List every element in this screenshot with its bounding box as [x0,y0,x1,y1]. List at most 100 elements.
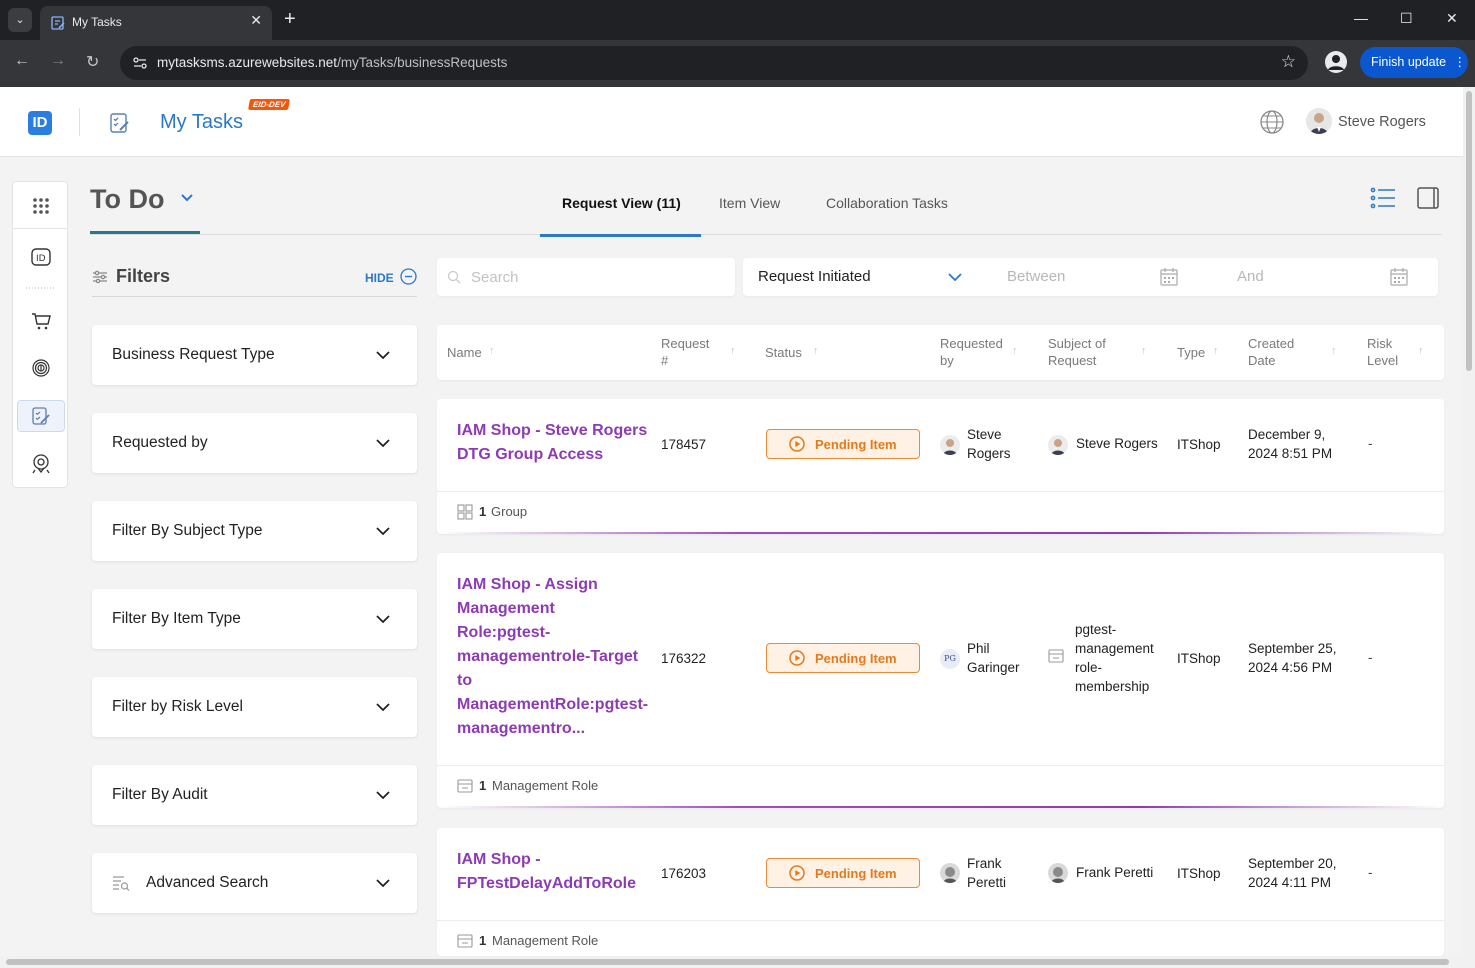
minus-circle-icon[interactable] [400,268,417,285]
column-label: Created [1248,336,1295,351]
sort-arrow-icon[interactable]: ↑ [1418,345,1424,357]
filter-item-type[interactable]: Filter By Item Type [92,589,417,649]
side-panel-icon[interactable] [1416,186,1440,210]
filter-audit[interactable]: Filter By Audit [92,765,417,825]
browser-tab[interactable]: My Tasks ✕ [40,6,272,40]
filter-label: Filter by Risk Level [112,698,243,715]
column-header-subject[interactable]: Subject of Request [1048,335,1106,369]
sort-arrow-icon[interactable]: ↑ [1012,345,1018,357]
tasks-favicon-icon [51,16,65,30]
fingerprint-icon[interactable] [17,352,65,384]
scrollbar-thumb[interactable] [1466,91,1472,371]
user-name[interactable]: Steve Rogers [1338,114,1426,130]
table-row[interactable]: IAM Shop - Steve Rogers DTG Group Access… [437,399,1444,534]
language-globe-icon[interactable] [1259,109,1285,135]
status-badge[interactable]: Pending Item [766,429,920,459]
chevron-down-icon [376,791,390,800]
sort-arrow-icon[interactable]: ↑ [489,345,495,357]
shopping-cart-icon[interactable] [17,304,65,336]
filter-requested-by[interactable]: Requested by [92,413,417,473]
column-header-created-date[interactable]: Created Date [1248,335,1294,369]
request-type: ITShop [1177,866,1221,881]
sort-arrow-icon[interactable]: ↑ [813,345,819,357]
tab-item-view[interactable]: Item View [719,195,780,211]
status-badge[interactable]: Pending Item [766,858,920,888]
calendar-icon[interactable] [1159,267,1179,287]
filter-label: Advanced Search [146,874,269,891]
requester-name-line: Phil [967,641,990,656]
vertical-scrollbar[interactable] [1463,87,1475,968]
sort-arrow-icon[interactable]: ↑ [1141,345,1147,357]
filter-subject-type[interactable]: Filter By Subject Type [92,501,417,561]
created-date-line: December 9, [1248,427,1326,442]
filter-label: Filter By Audit [112,786,208,803]
access-support-icon[interactable] [17,448,65,480]
filter-risk-level[interactable]: Filter by Risk Level [92,677,417,737]
column-label: Date [1248,353,1276,368]
site-settings-icon[interactable] [132,55,148,71]
id-profile-icon[interactable]: ID [17,241,65,273]
chevron-down-icon [376,703,390,712]
sort-arrow-icon[interactable]: ↑ [730,345,736,357]
filter-label: Filter By Subject Type [112,522,263,539]
scrollbar-thumb[interactable] [6,959,1449,965]
subject-name-line: membership [1075,679,1150,694]
request-name-link[interactable]: IAM Shop - Steve Rogers DTG Group Access [457,419,647,467]
app-launcher-icon[interactable] [17,190,65,222]
column-header-risk-level[interactable]: Risk Level [1367,335,1398,369]
tab-request-view[interactable]: Request View (11) [562,195,681,211]
forward-arrow-icon[interactable]: → [50,52,66,70]
request-name-line: DTG Group Access [457,446,604,463]
maximize-icon[interactable]: ☐ [1400,10,1413,27]
date-field-select[interactable]: Request Initiated [758,268,871,285]
request-name-line: to [457,672,473,689]
search-input[interactable] [471,266,721,288]
sort-arrow-icon[interactable]: ↑ [1213,345,1219,357]
tab-close-icon[interactable]: ✕ [250,12,262,29]
browser-tab-bar: ⌄ My Tasks ✕ + — ☐ ✕ [0,0,1475,40]
table-row[interactable]: IAM Shop - Assign Management Role:pgtest… [437,553,1444,808]
profile-avatar-icon[interactable] [1325,51,1347,73]
window-close-icon[interactable]: ✕ [1446,10,1458,27]
my-tasks-nav-icon[interactable] [17,400,65,432]
user-avatar[interactable] [1306,108,1332,134]
chevron-down-icon[interactable] [946,269,964,285]
requester-avatar: PG [940,649,960,669]
requester-name-line: Rogers [967,446,1011,461]
tab-collaboration-tasks[interactable]: Collaboration Tasks [826,195,948,211]
address-bar[interactable]: mytasksms.azurewebsites.net/myTasks/busi… [120,46,1308,80]
minimize-icon[interactable]: — [1354,10,1368,26]
column-header-requested-by[interactable]: Requested by [940,335,1003,369]
column-header-request-number[interactable]: Request # [661,335,709,369]
request-name-link[interactable]: IAM Shop - Assign Management Role:pgtest… [457,573,648,741]
requester-name: Steve Rogers [967,425,1011,463]
request-name-link[interactable]: IAM Shop - FPTestDelayAddToRole [457,848,636,896]
filter-advanced-search[interactable]: Advanced Search [92,853,417,913]
end-date-input[interactable]: And [1237,268,1264,285]
request-name-line: Management [457,600,555,617]
request-type: ITShop [1177,651,1221,666]
column-header-name[interactable]: Name [447,344,482,361]
status-badge[interactable]: Pending Item [766,643,920,673]
chevron-down-icon[interactable] [179,190,195,206]
bookmark-star-icon[interactable]: ☆ [1281,52,1296,72]
browser-toolbar: ← → ↻ mytasksms.azurewebsites.net/myTask… [0,40,1475,87]
horizontal-scrollbar[interactable] [0,956,1463,968]
finish-update-button[interactable]: Finish update ⋮ [1360,47,1468,78]
column-header-status[interactable]: Status [765,344,802,361]
page-title[interactable]: To Do [90,184,164,215]
hide-filters-button[interactable]: HIDE [365,271,394,285]
id-logo[interactable]: ID [28,111,52,135]
sort-arrow-icon[interactable]: ↑ [1331,345,1337,357]
tab-search-button[interactable]: ⌄ [8,8,32,32]
list-view-icon[interactable] [1370,186,1396,210]
reload-icon[interactable]: ↻ [86,52,99,72]
calendar-icon[interactable] [1389,267,1409,287]
start-date-input[interactable]: Between [1007,268,1065,285]
column-header-type[interactable]: Type [1177,344,1205,361]
table-row[interactable]: IAM Shop - FPTestDelayAddToRole 176203 P… [437,828,1444,956]
app-title[interactable]: My Tasks [160,111,243,134]
back-arrow-icon[interactable]: ← [14,52,30,70]
filter-business-request-type[interactable]: Business Request Type [92,325,417,385]
new-tab-button[interactable]: + [284,8,296,30]
